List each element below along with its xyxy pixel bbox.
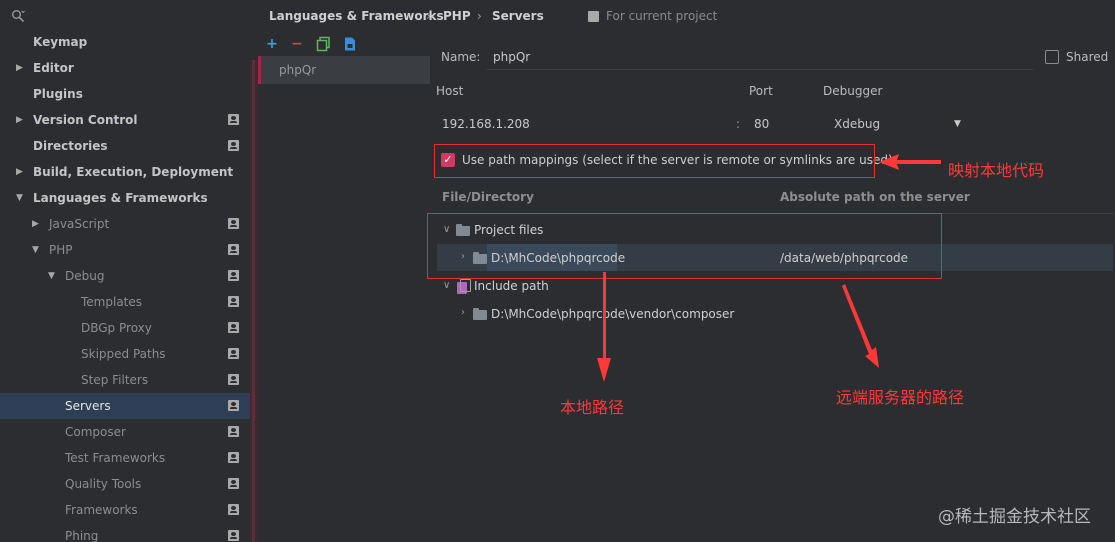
breadcrumb: Languages & Frameworks › PHP › Servers F…: [258, 0, 1115, 32]
tree-item-servers[interactable]: Servers: [0, 393, 258, 419]
chevron-down-icon[interactable]: ▼: [32, 237, 42, 263]
scope-label: For current project: [606, 9, 718, 23]
project-scope-icon: [588, 11, 599, 22]
project-scope-icon: [228, 244, 239, 255]
project-scope-icon: [228, 504, 239, 515]
include-path-label: Include path: [474, 279, 549, 293]
column-header-file-directory[interactable]: File/Directory: [442, 190, 534, 204]
project-scope-icon: [228, 452, 239, 463]
project-scope-icon: [228, 400, 239, 411]
column-header-absolute-path[interactable]: Absolute path on the server: [780, 190, 970, 204]
annotation-map-local: 映射本地代码: [948, 161, 1045, 180]
chevron-down-icon[interactable]: ▼: [16, 185, 26, 211]
breadcrumb-servers: Servers: [492, 9, 544, 23]
add-server-button[interactable]: +: [264, 36, 280, 52]
tree-item-skipped-paths[interactable]: Skipped Paths: [0, 341, 258, 367]
annotation-arrow: [597, 272, 611, 382]
tree-item-composer[interactable]: Composer: [0, 419, 258, 445]
chevron-down-icon[interactable]: ▼: [954, 119, 961, 129]
port-field[interactable]: 80: [754, 117, 769, 131]
project-scope-icon: [228, 140, 239, 151]
project-scope-icon: [228, 322, 239, 333]
host-label: Host: [436, 84, 464, 98]
tree-item-build-execution-deployment[interactable]: ▶ Build, Execution, Deployment: [0, 159, 258, 185]
port-label: Port: [749, 84, 773, 98]
save-icon[interactable]: [342, 36, 358, 52]
tree-item-templates[interactable]: Templates: [0, 289, 258, 315]
tree-item-languages-frameworks[interactable]: ▼ Languages & Frameworks: [0, 185, 258, 211]
tree-item-editor[interactable]: ▶ Editor: [0, 55, 258, 81]
project-scope-icon: [228, 296, 239, 307]
watermark: @稀土掘金技术社区: [938, 507, 1091, 527]
tree-item-version-control[interactable]: ▶ Version Control: [0, 107, 258, 133]
tree-item-step-filters[interactable]: Step Filters: [0, 367, 258, 393]
tree-scrollbar[interactable]: [250, 60, 258, 542]
project-scope-icon: [228, 270, 239, 281]
host-field[interactable]: 192.168.1.208: [442, 117, 530, 131]
project-scope-icon: [228, 478, 239, 489]
tree-item-quality-tools[interactable]: Quality Tools: [0, 471, 258, 497]
tree-item-directories[interactable]: Directories: [0, 133, 258, 159]
tree-item-dbgp-proxy[interactable]: DBGp Proxy: [0, 315, 258, 341]
project-scope-icon: [228, 348, 239, 359]
settings-search[interactable]: [0, 0, 258, 32]
project-scope-icon: [228, 114, 239, 125]
annotation-remote-path: 远端服务器的路径: [836, 388, 965, 407]
tree-item-test-frameworks[interactable]: Test Frameworks: [0, 445, 258, 471]
annotation-arrow: [842, 284, 879, 368]
annotation-box-mappings: [427, 213, 942, 279]
tree-item-frameworks[interactable]: Frameworks: [0, 497, 258, 523]
annotation-box-path-mappings: [434, 144, 875, 178]
name-label: Name:: [441, 50, 481, 64]
folder-icon: [473, 308, 487, 320]
tree-item-keymap[interactable]: Keymap: [0, 29, 258, 55]
chevron-right-icon[interactable]: ›: [461, 307, 465, 318]
annotation-arrow: [879, 154, 941, 170]
tree-item-php[interactable]: ▼ PHP: [0, 237, 258, 263]
shared-label: Shared: [1066, 50, 1109, 64]
server-item-phpqr[interactable]: phpQr: [258, 56, 430, 84]
debugger-label: Debugger: [823, 84, 883, 98]
project-scope-icon: [228, 374, 239, 385]
breadcrumb-separator: ›: [426, 9, 431, 23]
include-path-icon: [457, 279, 471, 294]
breadcrumb-languages-frameworks: Languages & Frameworks: [269, 9, 444, 23]
chevron-down-icon[interactable]: ∨: [443, 280, 450, 291]
name-field[interactable]: phpQr: [493, 50, 530, 64]
shared-checkbox[interactable]: [1045, 50, 1059, 64]
chevron-down-icon[interactable]: ▼: [48, 263, 58, 289]
tree-item-phing[interactable]: Phing: [0, 523, 258, 542]
tree-item-plugins[interactable]: Plugins: [0, 81, 258, 107]
search-icon: [12, 10, 25, 23]
settings-tree: Keymap ▶ Editor Plugins ▶ Version Contro…: [0, 0, 258, 542]
port-separator: :: [736, 117, 741, 131]
project-scope-icon: [228, 426, 239, 437]
breadcrumb-php: PHP: [443, 9, 471, 23]
breadcrumb-separator: ›: [477, 9, 482, 23]
servers-list-panel: + − phpQr: [258, 32, 430, 542]
debugger-select[interactable]: Xdebug: [834, 117, 880, 131]
chevron-right-icon[interactable]: ▶: [16, 159, 26, 185]
annotation-local-path: 本地路径: [560, 398, 625, 417]
project-scope-icon: [228, 218, 239, 229]
chevron-right-icon[interactable]: ▶: [32, 211, 42, 237]
project-scope-icon: [228, 530, 239, 541]
chevron-right-icon[interactable]: ▶: [16, 107, 26, 133]
remove-server-button[interactable]: −: [289, 36, 305, 52]
tree-item-debug[interactable]: ▼ Debug: [0, 263, 258, 289]
tree-item-javascript[interactable]: ▶ JavaScript: [0, 211, 258, 237]
name-field-underline: [487, 69, 1033, 70]
chevron-right-icon[interactable]: ▶: [16, 55, 26, 81]
copy-icon[interactable]: [316, 36, 332, 52]
